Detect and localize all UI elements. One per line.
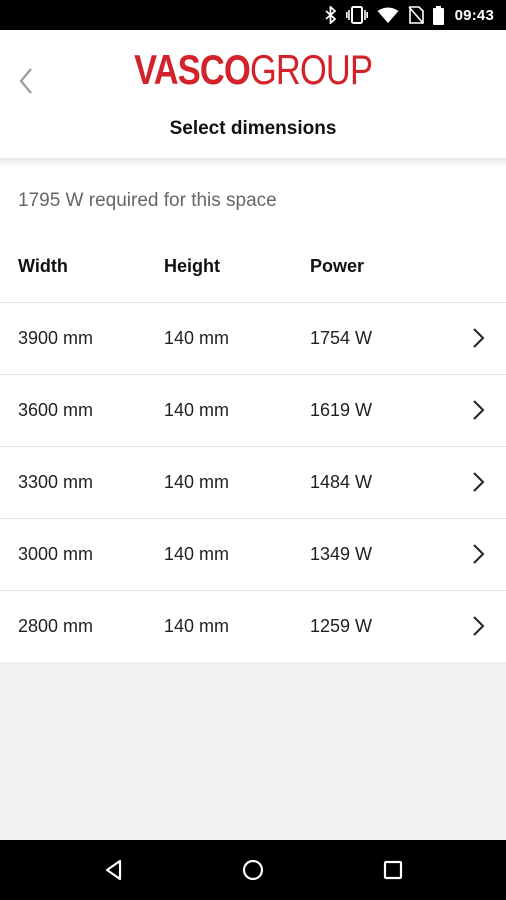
dimensions-panel: 1795 W required for this space Width Hei… bbox=[0, 158, 506, 662]
android-nav-bar bbox=[0, 840, 506, 900]
chevron-right-icon bbox=[473, 616, 485, 636]
row-height: 140 mm bbox=[164, 544, 230, 564]
home-circle-icon[interactable] bbox=[240, 857, 266, 883]
logo-part-2: GROUP bbox=[249, 46, 373, 93]
bluetooth-icon bbox=[325, 6, 337, 24]
recents-square-icon[interactable] bbox=[380, 857, 406, 883]
dimension-row[interactable]: 3000 mm 140 mm 1349 W bbox=[0, 518, 506, 590]
wifi-icon bbox=[377, 7, 399, 24]
row-power: 1754 W bbox=[310, 328, 373, 348]
row-power: 1484 W bbox=[310, 472, 373, 492]
empty-background bbox=[0, 662, 506, 840]
row-width: 3900 mm bbox=[18, 328, 94, 348]
row-width: 3000 mm bbox=[18, 544, 94, 564]
dimension-row[interactable]: 3300 mm 140 mm 1484 W bbox=[0, 446, 506, 518]
chevron-right-icon bbox=[473, 544, 485, 564]
vibrate-icon bbox=[345, 6, 368, 24]
row-height: 140 mm bbox=[164, 472, 230, 492]
dimension-row[interactable]: 2800 mm 140 mm 1259 W bbox=[0, 590, 506, 662]
row-width: 3600 mm bbox=[18, 400, 94, 420]
status-time: 09:43 bbox=[454, 6, 494, 24]
header-shadow bbox=[0, 158, 506, 168]
vasco-group-logo: VASCOGROUP bbox=[0, 49, 506, 91]
row-power: 1349 W bbox=[310, 544, 373, 564]
row-width: 2800 mm bbox=[18, 616, 94, 636]
row-height: 140 mm bbox=[164, 616, 230, 636]
dimension-row[interactable]: 3600 mm 140 mm 1619 W bbox=[0, 374, 506, 446]
dimension-list: 3900 mm 140 mm 1754 W 3600 mm 140 mm 161… bbox=[0, 302, 506, 662]
no-sim-icon bbox=[408, 6, 424, 24]
app-header: VASCOGROUP Select dimensions bbox=[0, 30, 506, 158]
power-requirement-text: 1795 W required for this space bbox=[18, 190, 277, 211]
battery-icon bbox=[432, 5, 444, 25]
row-power: 1259 W bbox=[310, 616, 373, 636]
dimension-row[interactable]: 3900 mm 140 mm 1754 W bbox=[0, 302, 506, 374]
chevron-right-icon bbox=[473, 328, 485, 348]
row-width: 3300 mm bbox=[18, 472, 94, 492]
page-title: Select dimensions bbox=[169, 118, 337, 139]
chevron-right-icon bbox=[473, 400, 485, 420]
back-triangle-icon[interactable] bbox=[101, 857, 127, 883]
row-power: 1619 W bbox=[310, 400, 373, 420]
status-bar: 09:43 bbox=[0, 0, 506, 30]
column-header-height: Height bbox=[164, 256, 220, 276]
column-header-power: Power bbox=[310, 256, 365, 276]
row-height: 140 mm bbox=[164, 328, 230, 348]
logo-part-1: VASCO bbox=[133, 46, 251, 93]
chevron-right-icon bbox=[473, 472, 485, 492]
column-header-width: Width bbox=[18, 256, 68, 276]
row-height: 140 mm bbox=[164, 400, 230, 420]
